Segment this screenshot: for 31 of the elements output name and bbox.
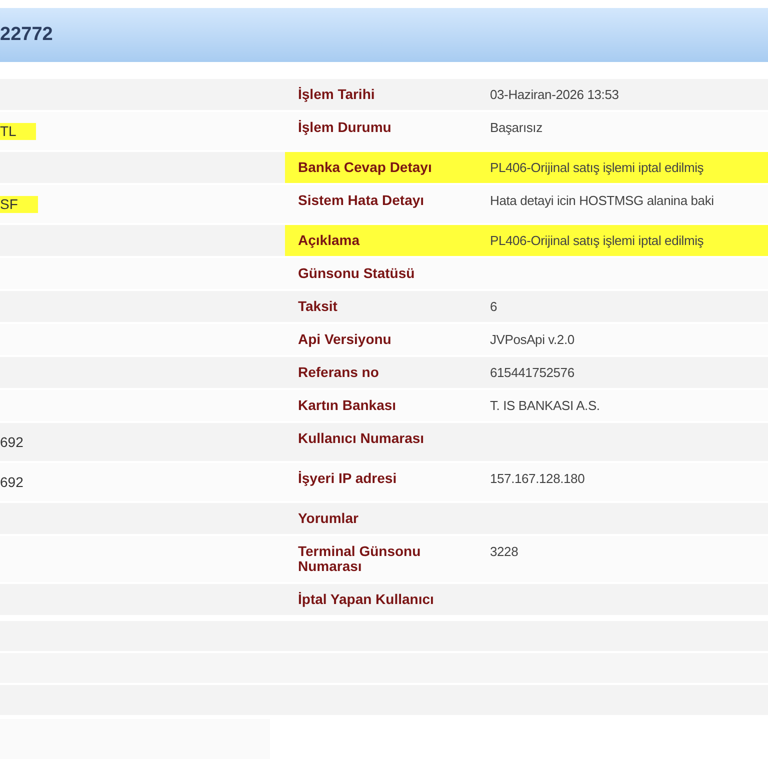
field-value: 6 xyxy=(490,299,498,314)
field-value: 157.167.128.180 xyxy=(490,471,586,486)
field-label: Yorumlar xyxy=(298,511,360,526)
field-value: 615441752576 xyxy=(490,365,576,380)
field-value: 692 xyxy=(0,434,24,451)
field-label: İşlem Tarihi xyxy=(298,87,376,102)
field-label: Günsonu Statüsü xyxy=(298,266,416,281)
field-label: Sistem Hata Detayı xyxy=(298,193,426,208)
field-label: Taksit xyxy=(298,299,338,314)
field-label: Terminal Günsonu Numarası xyxy=(298,544,422,574)
field-label: Banka Cevap Detayı xyxy=(298,160,433,175)
field-value: 692 xyxy=(0,474,24,491)
field-value: JVPosApi v.2.0 xyxy=(490,332,576,347)
field-label: İptal Yapan Kullanıcı xyxy=(298,592,435,607)
field-label: Api Versiyonu xyxy=(298,332,392,347)
field-value: SF xyxy=(0,196,38,213)
field-label: Kartın Bankası xyxy=(298,398,398,413)
field-label: İşlem Durumu xyxy=(298,120,392,135)
field-value: Hata detayi icin HOSTMSG alanina baki xyxy=(490,193,715,208)
field-label: İşyeri IP adresi xyxy=(298,471,398,486)
field-value: PL406-Orijinal satış işlemi iptal edilmiş xyxy=(490,233,705,248)
field-label: Referans no xyxy=(298,365,380,380)
field-value: 3228 xyxy=(490,544,520,559)
field-value: PL406-Orijinal satış işlemi iptal edilmiş xyxy=(490,160,705,175)
field-value: TL xyxy=(0,123,36,140)
field-value: T. IS BANKASI A.S. xyxy=(490,398,601,413)
field-value: Başarısız xyxy=(490,120,544,135)
transaction-number: 22772 xyxy=(0,22,53,47)
field-label: Açıklama xyxy=(298,233,361,248)
field-value: 03-Haziran-2026 13:53 xyxy=(490,87,620,102)
field-label: Kullanıcı Numarası xyxy=(298,431,426,446)
